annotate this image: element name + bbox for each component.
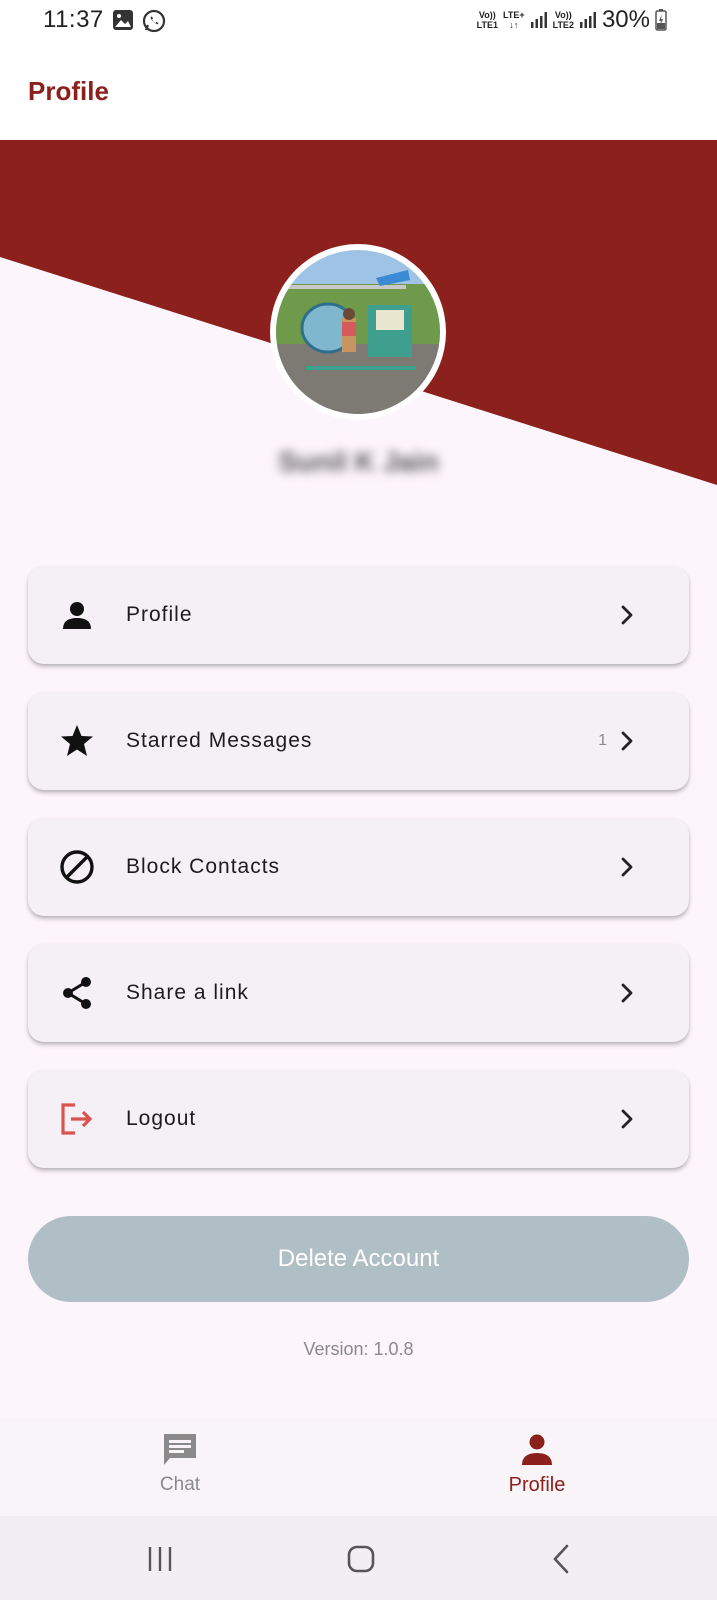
- menu-item-share-link[interactable]: Share a link: [28, 944, 689, 1042]
- avatar[interactable]: [270, 244, 446, 420]
- star-icon: [58, 722, 96, 760]
- avatar-photo: [276, 250, 440, 414]
- person-icon: [522, 1434, 552, 1465]
- chevron-right-icon: [621, 1109, 633, 1129]
- battery-charging-icon: [655, 9, 667, 31]
- menu-item-profile[interactable]: Profile: [28, 566, 689, 664]
- menu-item-label: Starred Messages: [126, 729, 313, 752]
- sim2-indicator: Vo)) LTE2: [552, 10, 574, 30]
- chevron-right-icon: [621, 731, 633, 751]
- app-bar: Profile: [0, 48, 717, 140]
- user-name: Sunil K Jain: [278, 446, 439, 477]
- recent-apps-icon[interactable]: [143, 1542, 177, 1576]
- battery-percentage: 30%: [601, 6, 650, 33]
- system-navigation-bar: [0, 1516, 717, 1600]
- home-icon[interactable]: [344, 1542, 378, 1576]
- nav-item-chat[interactable]: Chat: [80, 1418, 280, 1516]
- back-icon[interactable]: [545, 1542, 579, 1576]
- notification-icons: [112, 9, 166, 33]
- nav-label: Chat: [159, 1474, 201, 1495]
- share-icon: [58, 974, 96, 1012]
- gallery-icon: [113, 10, 133, 30]
- status-bar: 11:37 Vo)) LTE1 LTE+ ↓↑ Vo)) LTE2 30%: [0, 0, 717, 48]
- menu-item-label: Block Contacts: [126, 855, 281, 878]
- sim1-indicator: Vo)) LTE1: [476, 10, 499, 30]
- block-icon: [58, 848, 96, 886]
- profile-menu: Profile Starred Messages 1 Block Contact…: [28, 566, 689, 1196]
- menu-item-label: Share a link: [126, 981, 249, 1004]
- logout-icon: [58, 1100, 96, 1138]
- lte-plus-indicator: LTE+ ↓↑: [503, 10, 525, 30]
- starred-count-badge: 1: [598, 732, 607, 749]
- status-right: Vo)) LTE1 LTE+ ↓↑ Vo)) LTE2 30%: [477, 6, 667, 34]
- page-title: Profile: [28, 76, 109, 106]
- chat-icon: [164, 1434, 196, 1465]
- menu-item-logout[interactable]: Logout: [28, 1070, 689, 1168]
- nav-item-profile[interactable]: Profile: [437, 1418, 637, 1516]
- menu-item-label: Logout: [126, 1107, 197, 1130]
- status-time: 11:37: [43, 6, 104, 33]
- chevron-right-icon: [621, 605, 633, 625]
- chevron-right-icon: [621, 857, 633, 877]
- menu-item-label: Profile: [126, 603, 193, 626]
- menu-item-block-contacts[interactable]: Block Contacts: [28, 818, 689, 916]
- chevron-right-icon: [621, 983, 633, 1003]
- whatsapp-icon: [142, 9, 166, 33]
- signal-icon: [579, 12, 596, 28]
- person-icon: [58, 596, 96, 634]
- nav-label: Profile: [508, 1474, 566, 1496]
- signal-icon: [530, 12, 547, 28]
- menu-item-starred-messages[interactable]: Starred Messages 1: [28, 692, 689, 790]
- bottom-navigation: Chat Profile: [0, 1418, 717, 1516]
- app-version: Version: 1.0.8: [303, 1339, 414, 1359]
- delete-account-button[interactable]: Delete Account: [28, 1216, 689, 1302]
